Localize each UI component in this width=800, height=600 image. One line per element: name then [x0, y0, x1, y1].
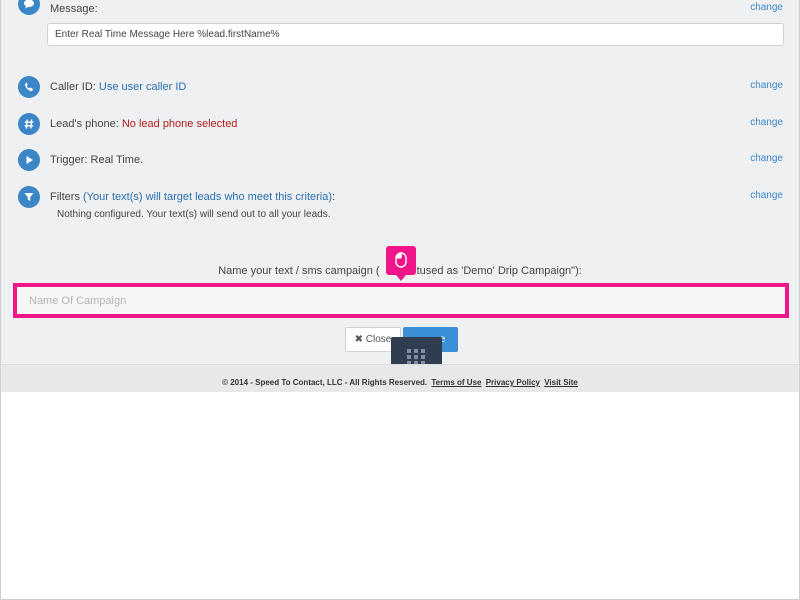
trigger-row: Trigger: Real Time. change	[1, 149, 799, 173]
copyright-text: © 2014 - Speed To Contact, LLC - All Rig…	[222, 378, 428, 387]
mouse-icon	[395, 252, 407, 268]
close-x-icon: ✖	[354, 334, 364, 345]
filters-change-link[interactable]: change	[750, 189, 783, 203]
lead-phone-change-link[interactable]: change	[750, 116, 783, 130]
message-change-link[interactable]: change	[750, 1, 783, 15]
page-footer: © 2014 - Speed To Contact, LLC - All Rig…	[1, 364, 799, 392]
caller-id-label: Caller ID: Use user caller ID	[50, 80, 186, 94]
filters-criteria-text: (Your text(s) will target leads who meet…	[83, 191, 333, 203]
message-input[interactable]: Enter Real Time Message Here %lead.first…	[47, 23, 784, 46]
terms-link[interactable]: Terms of Use	[431, 378, 481, 387]
campaign-name-input[interactable]	[17, 287, 785, 314]
campaign-label-end: tused as 'Demo' Drip Campaign"):	[416, 265, 582, 277]
lead-phone-label-text: Lead's phone:	[50, 118, 119, 130]
filters-label-colon: :	[332, 191, 336, 203]
privacy-link[interactable]: Privacy Policy	[486, 378, 540, 387]
caller-id-change-link[interactable]: change	[750, 79, 783, 93]
lead-phone-label: Lead's phone: No lead phone selected	[50, 117, 237, 131]
chat-bubble-icon	[18, 0, 40, 15]
click-indicator-tooltip	[386, 246, 416, 281]
trigger-change-link[interactable]: change	[750, 152, 783, 166]
caller-id-label-text: Caller ID:	[50, 81, 96, 93]
filters-row: Filters (Your text(s) will target leads …	[1, 186, 799, 210]
caller-id-row: Caller ID: Use user caller ID change	[1, 76, 799, 100]
filters-label: Filters (Your text(s) will target leads …	[50, 190, 335, 204]
filter-funnel-icon	[18, 186, 40, 208]
lead-phone-row: Lead's phone: No lead phone selected cha…	[1, 113, 799, 137]
caller-id-value: Use user caller ID	[98, 81, 187, 93]
visit-site-link[interactable]: Visit Site	[544, 378, 578, 387]
phone-icon	[18, 76, 40, 98]
hash-icon	[18, 113, 40, 135]
play-icon	[18, 149, 40, 171]
lead-phone-value: No lead phone selected	[121, 118, 238, 130]
filters-note: Nothing configured. Your text(s) will se…	[57, 209, 331, 220]
filters-label-text: Filters	[50, 191, 80, 203]
campaign-name-field-highlight	[13, 283, 789, 318]
campaign-form-panel: Message: change Enter Real Time Message …	[1, 0, 799, 392]
message-row: Message: change	[1, 0, 799, 24]
close-button-label: Close	[365, 334, 392, 345]
campaign-label-start: Name your text / sms campaign (	[218, 265, 380, 277]
message-label: Message:	[50, 3, 98, 15]
trigger-label: Trigger: Real Time.	[50, 154, 144, 166]
